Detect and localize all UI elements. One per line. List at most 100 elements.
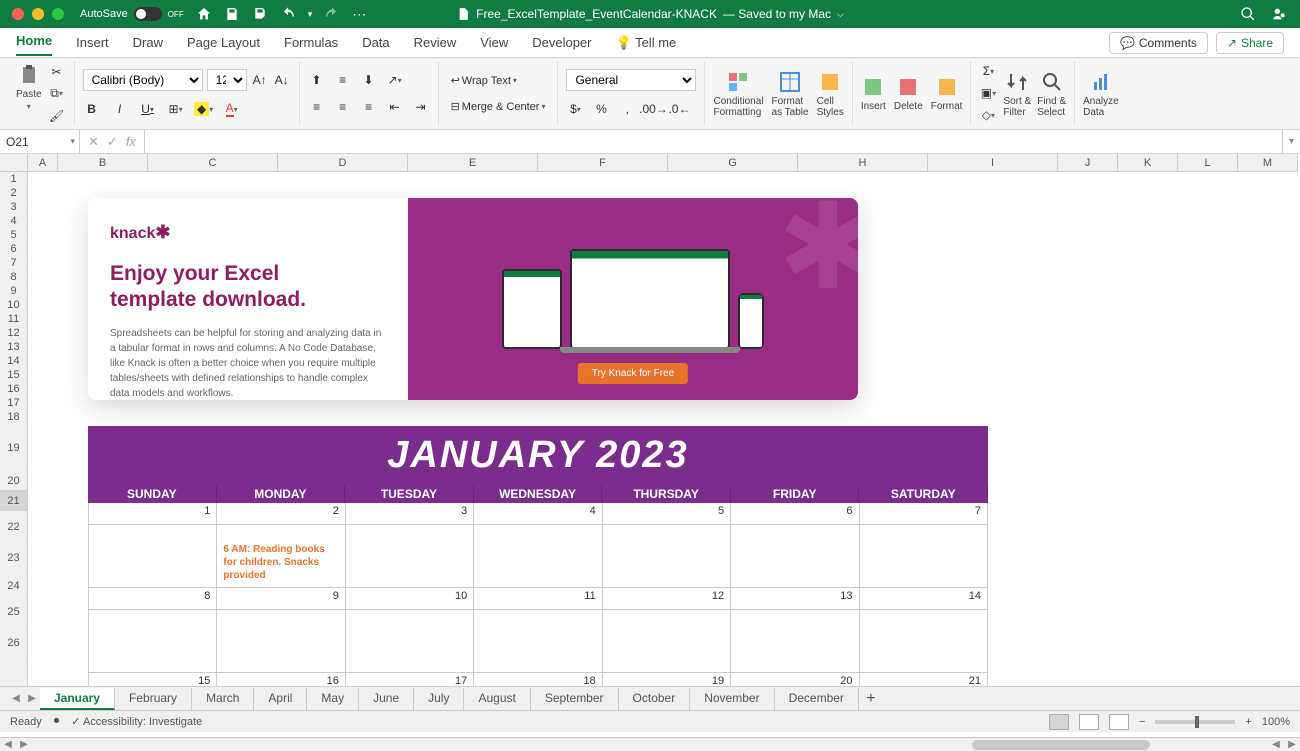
row-header[interactable]: 25 <box>0 597 27 627</box>
document-title[interactable]: Free_ExcelTemplate_EventCalendar-KNACK —… <box>456 7 844 21</box>
paste-button[interactable]: Paste ▾ <box>16 63 42 111</box>
calendar-date-cell[interactable]: 11 <box>474 588 602 609</box>
row-header[interactable]: 6 <box>0 242 27 256</box>
try-knack-button[interactable]: Try Knack for Free <box>578 363 688 384</box>
row-header[interactable]: 3 <box>0 200 27 214</box>
find-select-button[interactable]: Find & Select <box>1037 62 1066 125</box>
sheet-tab-june[interactable]: June <box>359 688 414 710</box>
row-header[interactable]: 19 <box>0 424 27 472</box>
sheet-tab-november[interactable]: November <box>690 688 774 710</box>
sheet-tab-december[interactable]: December <box>775 688 859 710</box>
zoom-slider[interactable] <box>1155 720 1235 724</box>
align-top-icon[interactable]: ⬆ <box>308 71 326 89</box>
calendar-date-cell[interactable]: 4 <box>474 503 602 524</box>
sheet-tab-april[interactable]: April <box>254 688 307 710</box>
percent-icon[interactable]: % <box>592 100 610 118</box>
tab-developer[interactable]: Developer <box>532 31 591 54</box>
insert-cells-button[interactable]: Insert <box>861 62 886 125</box>
increase-indent-icon[interactable]: ⇥ <box>412 98 430 116</box>
cut-icon[interactable]: ✂ <box>48 63 66 81</box>
tab-draw[interactable]: Draw <box>133 31 163 54</box>
increase-font-icon[interactable]: A↑ <box>251 71 269 89</box>
macro-icon[interactable]: ⏺ <box>54 715 60 728</box>
calendar-date-cell[interactable]: 15 <box>88 673 217 686</box>
tab-page-layout[interactable]: Page Layout <box>187 31 260 54</box>
calendar-date-cell[interactable]: 12 <box>603 588 731 609</box>
scroll-left-icon[interactable]: ◀ <box>0 739 16 750</box>
decrease-decimal-icon[interactable]: .0← <box>670 100 688 118</box>
name-box[interactable]: O21 <box>0 130 80 153</box>
delete-cells-button[interactable]: Delete <box>894 62 923 125</box>
sheet-tab-july[interactable]: July <box>414 688 464 710</box>
row-header[interactable]: 22 <box>0 512 27 542</box>
tab-insert[interactable]: Insert <box>76 31 109 54</box>
sheet-tab-october[interactable]: October <box>619 688 691 710</box>
row-header[interactable]: 15 <box>0 368 27 382</box>
undo-dropdown[interactable]: ▾ <box>308 9 313 20</box>
copy-icon[interactable]: ⧉▾ <box>48 85 66 103</box>
redo-icon[interactable] <box>324 6 340 22</box>
row-header[interactable]: 8 <box>0 270 27 284</box>
column-header[interactable]: M <box>1238 154 1298 171</box>
row-header[interactable]: 24 <box>0 575 27 597</box>
row-header[interactable]: 2 <box>0 186 27 200</box>
calendar-date-cell[interactable]: 14 <box>860 588 988 609</box>
align-middle-icon[interactable]: ≡ <box>334 71 352 89</box>
tab-review[interactable]: Review <box>414 31 457 54</box>
row-header[interactable]: 4 <box>0 214 27 228</box>
row-header[interactable]: 12 <box>0 326 27 340</box>
calendar-date-cell[interactable]: 5 <box>603 503 731 524</box>
font-color-button[interactable]: A▾ <box>223 100 241 118</box>
zoom-level[interactable]: 100% <box>1262 716 1290 728</box>
row-header[interactable]: 16 <box>0 382 27 396</box>
row-header[interactable]: 18 <box>0 410 27 424</box>
column-header[interactable]: D <box>278 154 408 171</box>
format-painter-icon[interactable]: 🖌 <box>48 107 66 125</box>
column-header[interactable]: C <box>148 154 278 171</box>
autosum-icon[interactable]: Σ▾ <box>979 62 997 80</box>
sheet-tab-may[interactable]: May <box>307 688 359 710</box>
tab-formulas[interactable]: Formulas <box>284 31 338 54</box>
calendar-date-cell[interactable]: 18 <box>474 673 602 686</box>
column-header[interactable]: I <box>928 154 1058 171</box>
format-as-table-button[interactable]: Format as Table <box>772 62 809 125</box>
row-header[interactable]: 17 <box>0 396 27 410</box>
calendar-date-cell[interactable]: 20 <box>731 673 859 686</box>
tab-data[interactable]: Data <box>362 31 389 54</box>
calendar-date-cell[interactable]: 9 <box>217 588 345 609</box>
search-icon[interactable] <box>1240 6 1256 22</box>
expand-formula-bar[interactable]: ▾ <box>1282 130 1300 153</box>
row-header[interactable]: 26 <box>0 627 27 660</box>
row-header[interactable]: 7 <box>0 256 27 270</box>
sheet-tab-august[interactable]: August <box>464 688 530 710</box>
sheet-tab-september[interactable]: September <box>531 688 619 710</box>
maximize-window[interactable] <box>52 8 64 20</box>
format-cells-button[interactable]: Format <box>931 62 963 125</box>
column-header[interactable]: L <box>1178 154 1238 171</box>
font-size-select[interactable]: 12 <box>207 69 247 91</box>
calendar-date-cell[interactable]: 21 <box>860 673 988 686</box>
fill-icon[interactable]: ▣▾ <box>979 84 997 102</box>
calendar-date-cell[interactable]: 10 <box>346 588 474 609</box>
add-sheet-button[interactable]: + <box>859 690 883 708</box>
accessibility-status[interactable]: ✓ Accessibility: Investigate <box>71 715 202 728</box>
currency-icon[interactable]: $▾ <box>566 100 584 118</box>
row-header[interactable]: 9 <box>0 284 27 298</box>
tell-me[interactable]: 💡 Tell me <box>616 31 677 55</box>
select-all-corner[interactable] <box>0 154 28 172</box>
calendar-date-cell[interactable]: 16 <box>217 673 345 686</box>
normal-view-button[interactable] <box>1049 714 1069 730</box>
sort-filter-button[interactable]: Sort & Filter <box>1003 62 1031 125</box>
scroll-thumb[interactable] <box>972 740 1150 750</box>
column-header[interactable]: G <box>668 154 798 171</box>
calendar-date-cell[interactable]: 6 <box>731 503 859 524</box>
bold-button[interactable]: B <box>83 100 101 118</box>
tab-home[interactable]: Home <box>16 29 52 56</box>
column-header[interactable]: A <box>28 154 58 171</box>
sheet-nav-next[interactable]: ▶ <box>24 693 40 704</box>
sheet-nav-prev[interactable]: ◀ <box>8 693 24 704</box>
column-header[interactable]: F <box>538 154 668 171</box>
calendar-date-cell[interactable]: 1 <box>88 503 217 524</box>
row-header[interactable]: 10 <box>0 298 27 312</box>
column-header[interactable]: E <box>408 154 538 171</box>
